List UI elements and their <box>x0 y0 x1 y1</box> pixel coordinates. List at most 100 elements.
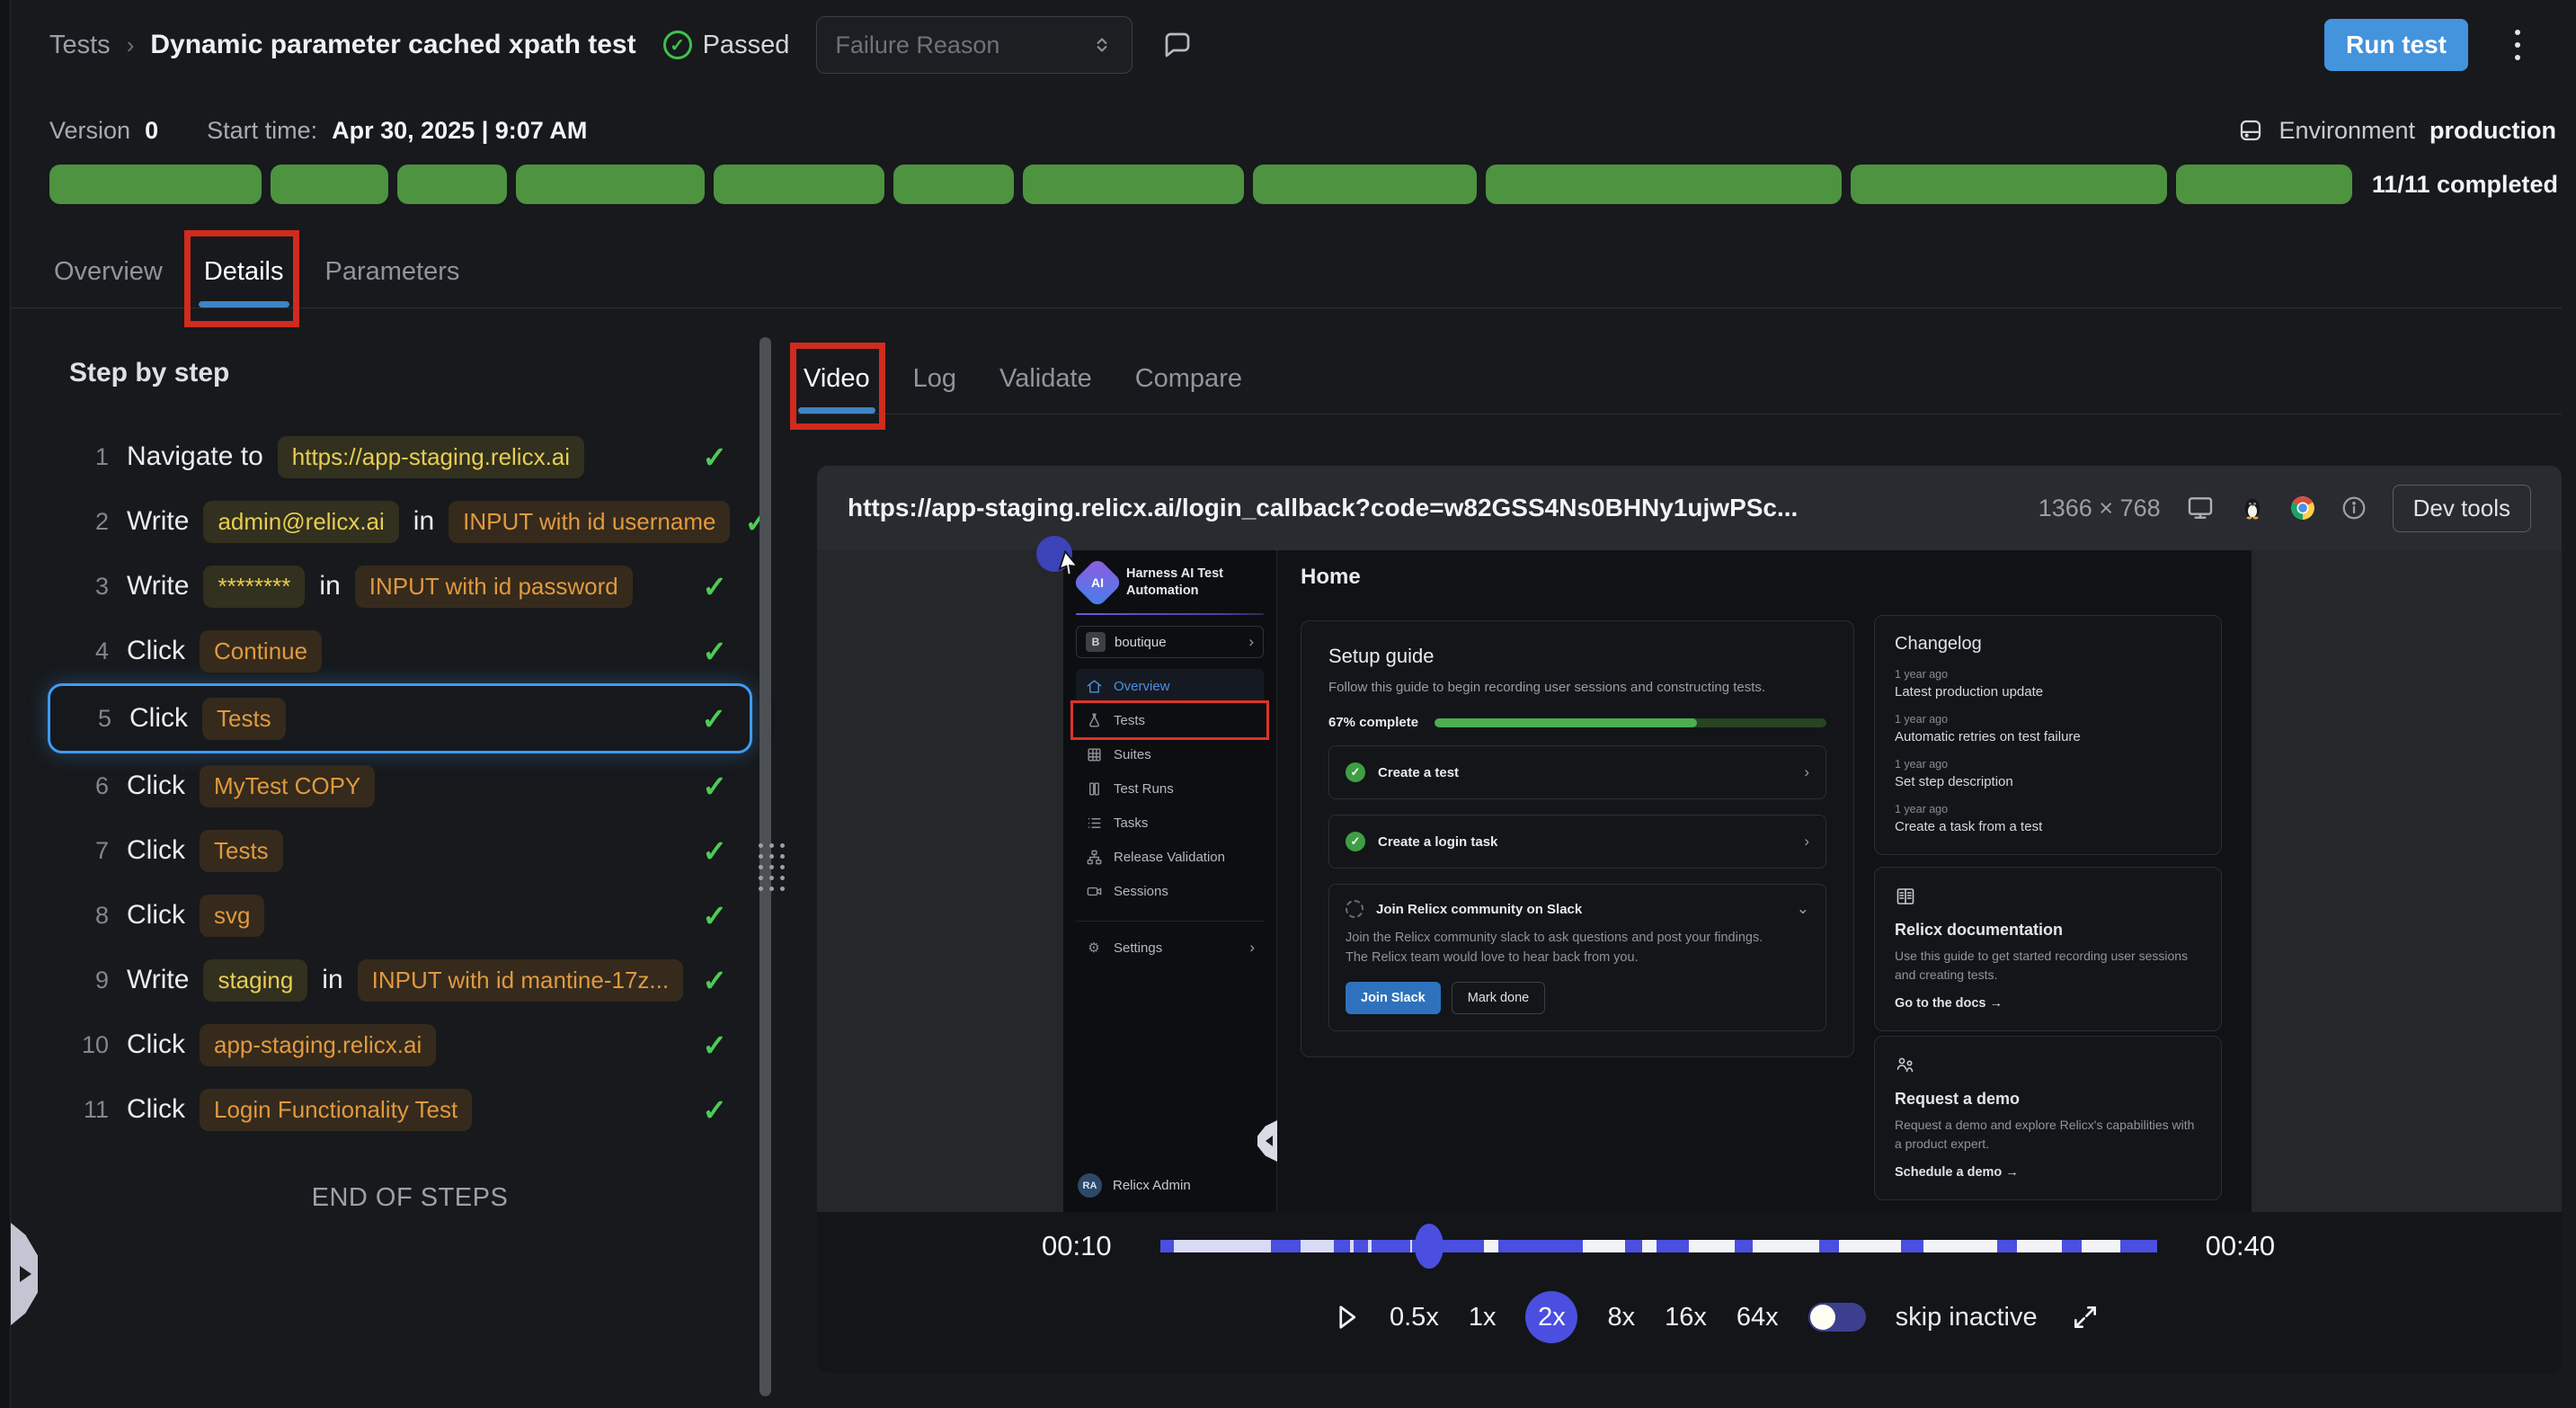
step-row[interactable]: 5ClickTests✓ <box>48 683 752 753</box>
monitor-icon <box>2186 494 2215 522</box>
main-tab-bar: Overview Details Parameters <box>11 236 2562 308</box>
panel-resize-handle[interactable] <box>759 843 786 892</box>
join-slack-button[interactable]: Join Slack <box>1346 982 1441 1014</box>
app-project-select[interactable]: B boutique › <box>1076 626 1264 658</box>
viewport-resolution: 1366 × 768 <box>2039 495 2161 522</box>
timeline-activity-segment <box>1451 1240 1484 1252</box>
environment-label: Environment <box>2278 117 2415 145</box>
sidebar-collapse-handle[interactable] <box>1257 1120 1277 1162</box>
page-url[interactable]: https://app-staging.relicx.ai/login_call… <box>848 494 1798 522</box>
changelog-entry: 1 year agoLatest production update <box>1895 668 2201 700</box>
setup-item-create-a-login-task[interactable]: ✓Create a login task› <box>1328 815 1826 869</box>
app-menu-tasks[interactable]: Tasks <box>1076 806 1264 840</box>
skip-inactive-toggle[interactable] <box>1808 1303 1866 1332</box>
step-target-badge: INPUT with id username <box>449 501 730 543</box>
video-icon <box>1085 883 1103 900</box>
app-menu-overview[interactable]: Overview <box>1076 669 1264 703</box>
app-menu-tests[interactable]: Tests <box>1076 703 1264 737</box>
viewer-tab-validate[interactable]: Validate <box>999 343 1092 414</box>
progress-segment <box>49 165 262 204</box>
changelog-entry: 1 year agoCreate a task from a test <box>1895 803 2201 834</box>
app-menu-release-validation[interactable]: Release Validation <box>1076 840 1264 874</box>
info-icon[interactable] <box>2341 495 2367 521</box>
viewer-tab-compare[interactable]: Compare <box>1135 343 1242 414</box>
step-connector: in <box>413 506 434 537</box>
step-action: Click <box>127 771 185 801</box>
slack-item-desc: Join the Relicx community slack to ask q… <box>1346 929 1777 968</box>
viewer-tab-log[interactable]: Log <box>913 343 956 414</box>
step-row[interactable]: 11ClickLogin Functionality Test✓ <box>69 1077 751 1142</box>
setup-item-label: Create a login task <box>1378 834 1497 850</box>
columns-icon <box>1085 780 1103 798</box>
step-row[interactable]: 2Writeadmin@relicx.aiinINPUT with id use… <box>69 489 751 554</box>
speed-64x[interactable]: 64x <box>1737 1303 1779 1332</box>
app-menu-label: Release Validation <box>1114 850 1225 865</box>
setup-item-create-a-test[interactable]: ✓Create a test› <box>1328 745 1826 799</box>
step-row[interactable]: 9WritestaginginINPUT with id mantine-17z… <box>69 948 751 1012</box>
run-test-button[interactable]: Run test <box>2324 19 2468 71</box>
fullscreen-icon[interactable] <box>2071 1303 2100 1332</box>
flask-icon <box>1085 712 1103 729</box>
tab-details[interactable]: Details <box>204 236 284 307</box>
setup-item-label: Create a test <box>1378 765 1459 780</box>
selector-chevrons-icon <box>1090 33 1114 57</box>
current-time: 00:10 <box>1042 1230 1112 1262</box>
slack-item-header[interactable]: Join Relicx community on Slack ⌄ <box>1346 900 1809 918</box>
expand-panel-handle[interactable] <box>11 1223 38 1325</box>
breadcrumb-tests[interactable]: Tests <box>49 31 111 60</box>
progress-segment <box>714 165 884 204</box>
kebab-menu-icon[interactable] <box>2509 24 2526 66</box>
user-name: Relicx Admin <box>1113 1178 1191 1193</box>
step-row[interactable]: 8Clicksvg✓ <box>69 883 751 948</box>
tab-label: Details <box>204 257 284 287</box>
playhead-knob[interactable] <box>1415 1224 1443 1269</box>
setup-items: ✓Create a test›✓Create a login task› <box>1328 745 1826 869</box>
app-menu-settings[interactable]: ⚙ Settings › <box>1076 931 1264 965</box>
tab-label: Log <box>913 364 956 394</box>
steps-list: 1Navigate tohttps://app-staging.relicx.a… <box>69 424 751 1142</box>
list-icon <box>1085 815 1103 832</box>
mark-done-button[interactable]: Mark done <box>1452 982 1546 1014</box>
step-target-badge: INPUT with id password <box>355 566 633 608</box>
speed-0-5x[interactable]: 0.5x <box>1390 1303 1439 1332</box>
play-button[interactable] <box>1333 1302 1360 1332</box>
comment-bubble-icon[interactable] <box>1161 29 1194 61</box>
step-number: 8 <box>69 902 109 930</box>
speed-1x[interactable]: 1x <box>1469 1303 1497 1332</box>
step-action: Write <box>127 571 189 602</box>
step-success-check-icon: ✓ <box>702 833 727 869</box>
video-timeline-row: 00:10 00:40 <box>1042 1225 2275 1267</box>
chevron-right-icon: › <box>1249 939 1255 957</box>
tab-parameters[interactable]: Parameters <box>325 236 460 307</box>
setup-guide-title: Setup guide <box>1328 645 1826 668</box>
viewer-tab-video[interactable]: Video <box>804 343 870 414</box>
step-row[interactable]: 10Clickapp-staging.relicx.ai✓ <box>69 1012 751 1077</box>
app-menu-suites[interactable]: Suites <box>1076 737 1264 771</box>
app-user-row[interactable]: RA Relicx Admin <box>1078 1173 1191 1198</box>
app-menu-sessions[interactable]: Sessions <box>1076 874 1264 908</box>
speed-8x[interactable]: 8x <box>1607 1303 1635 1332</box>
step-row[interactable]: 6ClickMyTest COPY✓ <box>69 753 751 818</box>
speed-16x[interactable]: 16x <box>1665 1303 1707 1332</box>
go-to-docs-link[interactable]: Go to the docs → <box>1895 996 2201 1011</box>
chevron-right-icon: › <box>1248 633 1254 651</box>
step-row[interactable]: 3Write********inINPUT with id password✓ <box>69 554 751 619</box>
dev-tools-button[interactable]: Dev tools <box>2393 485 2531 532</box>
mouse-cursor-icon <box>1056 550 1083 577</box>
changelog-title: Changelog <box>1895 634 2201 655</box>
step-success-check-icon: ✓ <box>702 963 727 998</box>
timeline-track[interactable] <box>1160 1240 2157 1252</box>
schedule-demo-link[interactable]: Schedule a demo → <box>1895 1165 2201 1180</box>
step-target-badge: INPUT with id mantine-17z... <box>358 959 683 1002</box>
step-row[interactable]: 1Navigate tohttps://app-staging.relicx.a… <box>69 424 751 489</box>
chevron-right-icon: › <box>1804 833 1809 851</box>
step-action: Click <box>127 900 185 931</box>
speed-2x[interactable]: 2x <box>1525 1291 1577 1343</box>
step-row[interactable]: 4ClickContinue✓ <box>69 619 751 683</box>
failure-reason-select[interactable]: Failure Reason <box>816 16 1133 74</box>
app-menu-test-runs[interactable]: Test Runs <box>1076 771 1264 806</box>
timeline-activity-segment <box>1901 1240 1924 1252</box>
request-demo-desc: Request a demo and explore Relicx's capa… <box>1895 1116 2201 1154</box>
step-row[interactable]: 7ClickTests✓ <box>69 818 751 883</box>
tab-overview[interactable]: Overview <box>54 236 163 307</box>
